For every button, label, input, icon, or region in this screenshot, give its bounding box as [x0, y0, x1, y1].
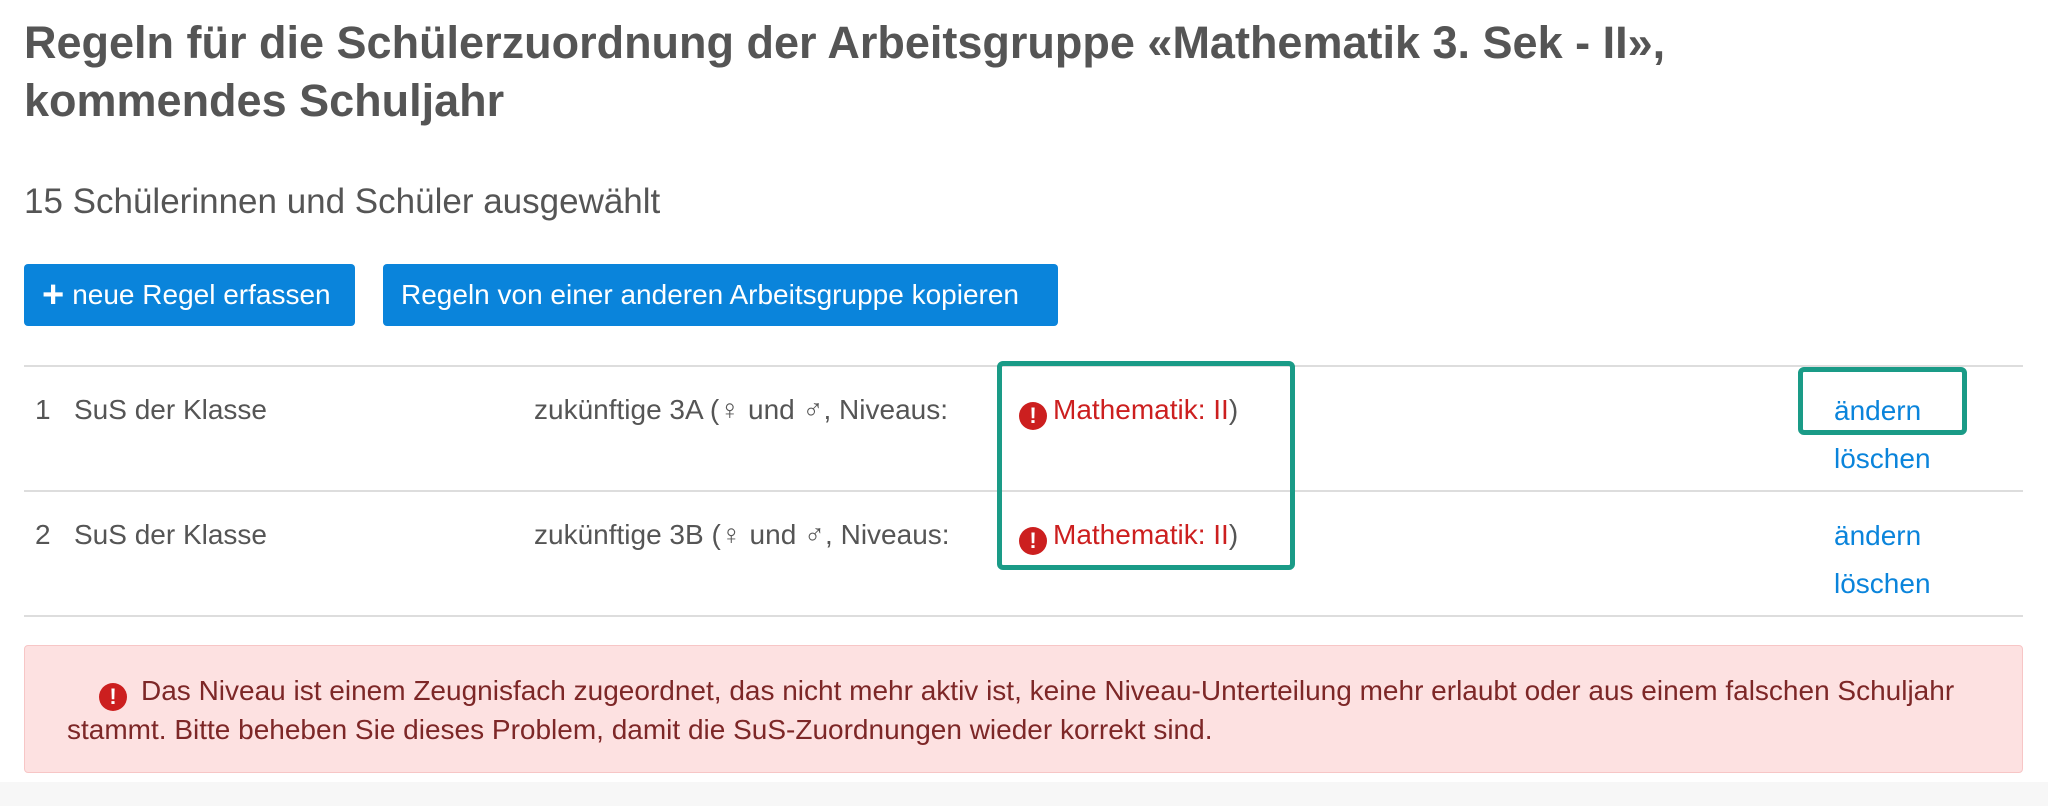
rule-actions: ändern löschen [1834, 512, 1931, 608]
footer-strip [0, 782, 2048, 806]
page: Regeln für die Schülerzuordnung der Arbe… [0, 0, 2048, 806]
rule-description: zukünftige 3A (♀ und ♂, Niveaus: [534, 394, 948, 425]
page-title: Regeln für die Schülerzuordnung der Arbe… [24, 17, 1666, 126]
rule-number: 2 [35, 519, 51, 550]
delete-rule-link[interactable]: löschen [1834, 560, 1931, 608]
rule-type: SuS der Klasse [74, 394, 267, 425]
copy-rules-button[interactable]: Regeln von einer anderen Arbeitsgruppe k… [383, 264, 1058, 326]
plus-icon: + [42, 274, 65, 316]
new-rule-button[interactable]: + neue Regel erfassen [24, 264, 355, 326]
rule-number: 1 [35, 394, 51, 425]
exclamation-circle-icon: ! [99, 683, 127, 711]
error-highlight-box [997, 361, 1295, 570]
new-rule-label: neue Regel erfassen [72, 279, 331, 310]
edit-highlight-box [1798, 367, 1967, 435]
edit-rule-link[interactable]: ändern [1834, 512, 1931, 560]
error-alert: ! Das Niveau ist einem Zeugnisfach zugeor… [24, 645, 2023, 773]
rule-description: zukünftige 3B (♀ und ♂, Niveaus: [534, 519, 950, 550]
rule-type: SuS der Klasse [74, 519, 267, 550]
delete-rule-link[interactable]: löschen [1834, 435, 1931, 483]
alert-message: Das Niveau ist einem Zeugnisfach zugeord… [67, 675, 1955, 745]
selection-summary: 15 Schülerinnen und Schüler ausgewählt [24, 182, 661, 221]
